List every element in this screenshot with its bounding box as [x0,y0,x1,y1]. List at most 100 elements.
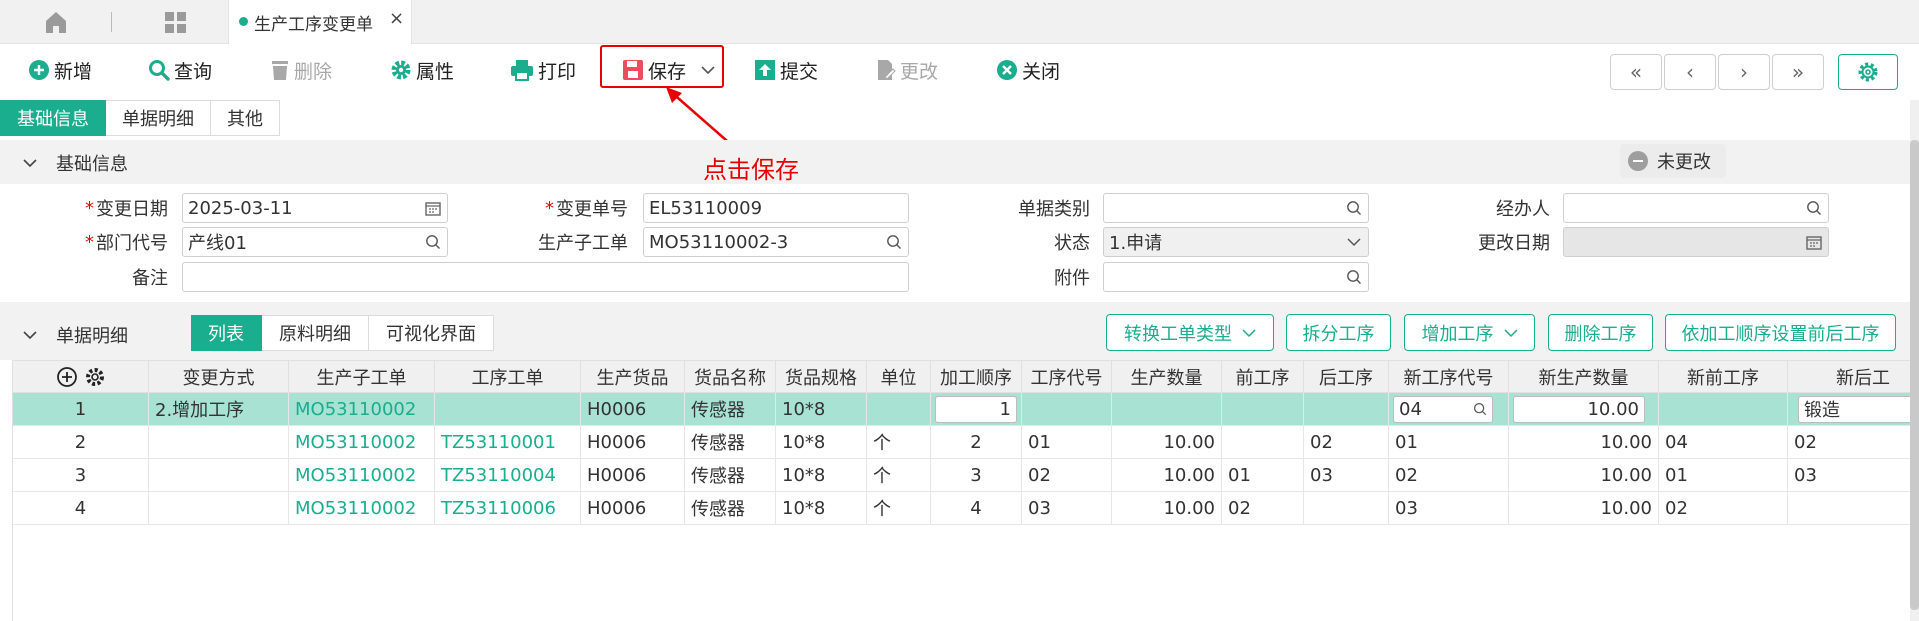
cell-process-order-link[interactable]: TZ53110001 [435,426,581,458]
change-no-field[interactable]: EL53110009 [643,193,909,223]
cell-process-order-link[interactable]: TZ53110004 [435,459,581,491]
search-icon[interactable] [1345,268,1363,286]
cell-new-prev-op[interactable]: 02 [1659,492,1788,524]
cell-new-next-op[interactable]: 锻造 [1788,393,1910,425]
cell-sub-order-link[interactable]: MO53110002 [289,426,435,458]
col-change-mode[interactable]: 变更方式 [149,361,289,393]
cell-new-qty[interactable]: 10.00 [1509,459,1659,491]
cell-seq[interactable]: 1 [931,393,1022,425]
col-prev-op[interactable]: 前工序 [1222,361,1304,393]
cell-seq[interactable]: 3 [931,459,1022,491]
cell-new-next-op[interactable]: 02 [1788,426,1910,458]
remark-field[interactable] [182,262,909,292]
cell-change-mode[interactable] [149,459,289,491]
modify-date-field[interactable] [1563,227,1829,257]
col-item[interactable]: 生产货品 [581,361,685,393]
cell-new-op-code[interactable]: 03 [1389,492,1509,524]
new-qty-input[interactable]: 10.00 [1513,395,1645,423]
col-new-next-op[interactable]: 新后工 [1788,361,1910,393]
properties-button[interactable]: 属性 [390,56,454,84]
tab-doc-detail[interactable]: 单据明细 [106,100,211,136]
calendar-icon[interactable] [424,199,442,217]
sub-order-field[interactable]: MO53110002-3 [643,227,909,257]
cell-new-qty[interactable]: 10.00 [1509,426,1659,458]
search-icon[interactable] [1805,199,1823,217]
col-process-order[interactable]: 工序工单 [435,361,581,393]
cell-new-next-op[interactable]: 03 [1788,459,1910,491]
submit-button[interactable]: 提交 [754,56,818,84]
cell-process-order-link[interactable] [435,393,581,425]
cell-new-prev-op[interactable]: 01 [1659,459,1788,491]
chevron-down-icon[interactable] [1345,233,1363,251]
query-button[interactable]: 查询 [148,56,212,84]
edit-button[interactable]: 更改 [876,56,938,84]
grid-menu-icon[interactable] [150,6,202,38]
status-select[interactable]: 1.申请 [1103,227,1369,257]
delete-button[interactable]: 删除 [270,56,332,84]
col-item-spec[interactable]: 货品规格 [776,361,867,393]
attachment-field[interactable] [1103,262,1369,292]
settings-button[interactable] [1838,54,1898,90]
dept-field[interactable]: 产线01 [182,227,448,257]
col-next-op[interactable]: 后工序 [1304,361,1389,393]
new-button[interactable]: 新增 [28,56,92,84]
col-unit[interactable]: 单位 [867,361,931,393]
home-icon[interactable] [30,6,82,38]
last-record-button[interactable]: » [1772,54,1824,90]
add-process-button[interactable]: 增加工序 [1404,314,1535,351]
cell-new-qty[interactable]: 10.00 [1509,393,1659,425]
set-prev-next-process-button[interactable]: 依加工顺序设置前后工序 [1665,314,1896,351]
tab-close-icon[interactable]: × [389,8,404,29]
new-op-code-input[interactable]: 04 [1393,395,1493,423]
col-item-name[interactable]: 货品名称 [685,361,776,393]
tab-production-change[interactable]: 生产工序变更单 × [228,0,412,44]
handler-field[interactable] [1563,193,1829,223]
tab-basic-info[interactable]: 基础信息 [0,100,106,136]
seq-input[interactable]: 1 [935,395,1017,423]
split-process-button[interactable]: 拆分工序 [1286,314,1391,351]
table-row[interactable]: 3 MO53110002 TZ53110004 H0006 传感器 10*8 个… [13,459,1910,492]
cell-new-qty[interactable]: 10.00 [1509,492,1659,524]
cell-seq[interactable]: 4 [931,492,1022,524]
table-row[interactable]: 4 MO53110002 TZ53110006 H0006 传感器 10*8 个… [13,492,1910,525]
doc-type-field[interactable] [1103,193,1369,223]
col-seq[interactable]: 加工顺序 [931,361,1022,393]
tab-visual-view[interactable]: 可视化界面 [369,315,494,351]
col-op-code[interactable]: 工序代号 [1022,361,1112,393]
tab-other[interactable]: 其他 [211,100,280,136]
cell-sub-order-link[interactable]: MO53110002 [289,459,435,491]
cell-change-mode[interactable]: 2.增加工序 [149,393,289,425]
new-next-op-input[interactable]: 锻造 [1798,395,1910,423]
cell-new-next-op[interactable] [1788,492,1910,524]
next-record-button[interactable]: › [1718,54,1770,90]
calendar-icon[interactable] [1805,233,1823,251]
search-icon[interactable] [885,233,903,251]
cell-process-order-link[interactable]: TZ53110006 [435,492,581,524]
cell-sub-order-link[interactable]: MO53110002 [289,393,435,425]
basic-info-header[interactable]: 基础信息 [22,150,128,176]
search-icon[interactable] [1345,199,1363,217]
col-new-qty[interactable]: 新生产数量 [1509,361,1659,393]
print-button[interactable]: 打印 [510,56,576,84]
vertical-scrollbar-thumb[interactable] [1910,140,1919,610]
search-icon[interactable] [424,233,442,251]
cell-new-prev-op[interactable]: 04 [1659,426,1788,458]
close-button[interactable]: 关闭 [996,56,1060,84]
table-row[interactable]: 1 2.增加工序 MO53110002 H0006 传感器 10*8 1 04 [13,393,1910,426]
col-sub-order[interactable]: 生产子工单 [289,361,435,393]
cell-new-op-code[interactable]: 01 [1389,426,1509,458]
change-date-field[interactable]: 2025-03-11 [182,193,448,223]
cell-new-prev-op[interactable] [1659,393,1788,425]
first-record-button[interactable]: « [1610,54,1662,90]
tab-list[interactable]: 列表 [191,315,262,351]
col-new-prev-op[interactable]: 新前工序 [1659,361,1788,393]
cell-sub-order-link[interactable]: MO53110002 [289,492,435,524]
table-row[interactable]: 2 MO53110002 TZ53110001 H0006 传感器 10*8 个… [13,426,1910,459]
cell-new-op-code[interactable]: 04 [1389,393,1509,425]
cell-new-op-code[interactable]: 02 [1389,459,1509,491]
convert-order-type-button[interactable]: 转换工单类型 [1106,314,1274,351]
cell-change-mode[interactable] [149,492,289,524]
cell-seq[interactable]: 2 [931,426,1022,458]
cell-change-mode[interactable] [149,426,289,458]
prev-record-button[interactable]: ‹ [1664,54,1716,90]
